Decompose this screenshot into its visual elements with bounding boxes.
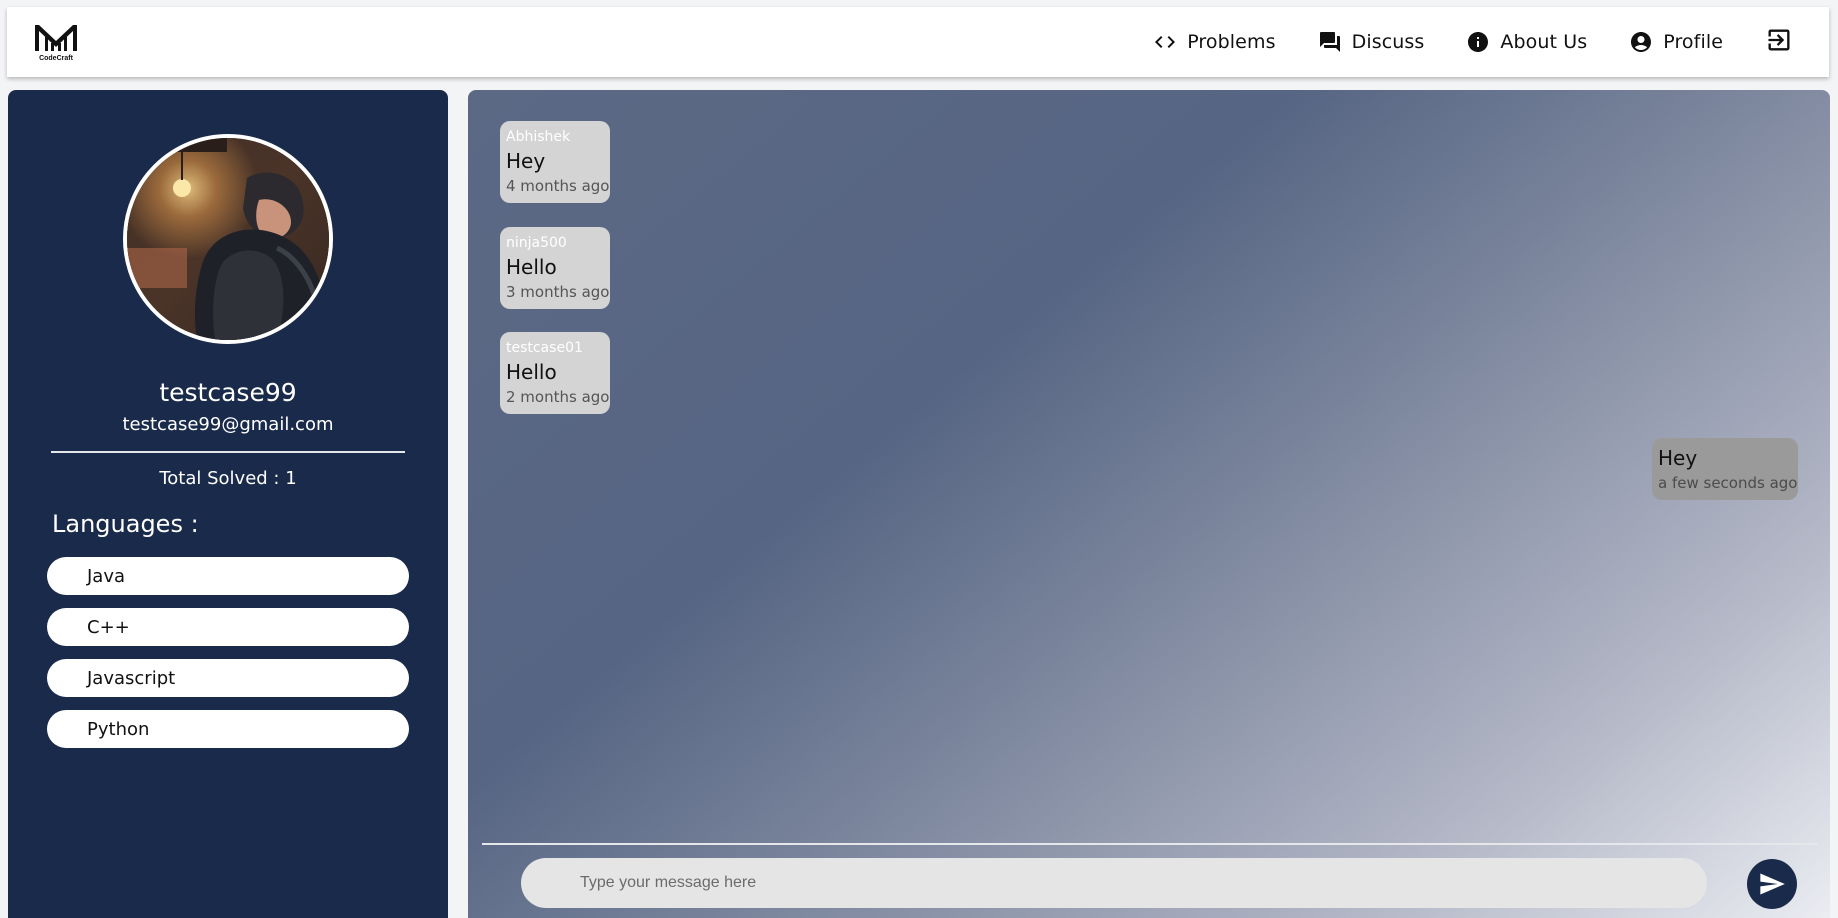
message-time: 3 months ago xyxy=(506,283,610,301)
profile-username: testcase99 xyxy=(159,378,297,407)
nav-about-us-label: About Us xyxy=(1500,31,1588,53)
message-author: Abhishek xyxy=(506,129,571,145)
message-text: Hello xyxy=(506,255,557,279)
chat-panel: Abhishek Hey 4 months ago ninja500 Hello… xyxy=(468,90,1830,918)
logo-text: CodeCraft xyxy=(39,55,73,62)
logout-button[interactable] xyxy=(1765,26,1793,59)
language-pill-java: Java xyxy=(47,557,409,595)
language-pill-python: Python xyxy=(47,710,409,748)
chat-message: Abhishek Hey 4 months ago xyxy=(500,121,610,203)
message-author: ninja500 xyxy=(506,235,567,251)
message-time: a few seconds ago xyxy=(1658,474,1798,492)
nav-problems-label: Problems xyxy=(1187,31,1276,53)
top-navbar: CodeCraft Problems Discuss About Us Prof… xyxy=(7,7,1829,77)
info-icon xyxy=(1468,32,1489,52)
main-nav: Problems Discuss About Us Profile xyxy=(1153,7,1829,77)
profile-divider xyxy=(51,451,405,453)
chat-message: ninja500 Hello 3 months ago xyxy=(500,227,610,309)
account-circle-icon xyxy=(1631,32,1652,52)
language-pill-javascript: Javascript xyxy=(47,659,409,697)
nav-problems[interactable]: Problems xyxy=(1153,30,1275,54)
code-icon xyxy=(1155,36,1176,48)
profile-email: testcase99@gmail.com xyxy=(122,414,334,435)
nav-discuss[interactable]: Discuss xyxy=(1318,30,1425,54)
message-text: Hello xyxy=(506,360,557,384)
nav-discuss-label: Discuss xyxy=(1351,31,1425,53)
languages-list: Java C++ Javascript Python xyxy=(47,557,409,761)
message-text: Hey xyxy=(1658,446,1698,470)
send-icon xyxy=(1760,873,1785,895)
message-author: testcase01 xyxy=(506,340,583,356)
nav-profile[interactable]: Profile xyxy=(1629,30,1723,54)
send-button[interactable] xyxy=(1747,859,1797,909)
chat-message: testcase01 Hello 2 months ago xyxy=(500,332,610,414)
app-logo[interactable]: CodeCraft xyxy=(31,21,81,67)
message-input[interactable] xyxy=(521,858,1707,908)
message-time: 2 months ago xyxy=(506,388,610,406)
logout-icon xyxy=(1768,29,1790,50)
total-solved: Total Solved : 1 xyxy=(159,468,297,489)
forum-icon xyxy=(1319,32,1340,52)
languages-title: Languages : xyxy=(52,510,199,538)
language-pill-cpp: C++ xyxy=(47,608,409,646)
profile-panel: testcase99 testcase99@gmail.com Total So… xyxy=(8,90,448,918)
chat-message-own: Hey a few seconds ago xyxy=(1652,438,1798,500)
message-time: 4 months ago xyxy=(506,177,610,195)
nav-profile-label: Profile xyxy=(1663,31,1723,53)
nav-about-us[interactable]: About Us xyxy=(1466,30,1587,54)
message-text: Hey xyxy=(506,149,546,173)
avatar xyxy=(123,134,333,344)
logo-icon xyxy=(35,25,77,51)
chat-divider xyxy=(482,843,1818,845)
avatar-image xyxy=(127,138,329,340)
